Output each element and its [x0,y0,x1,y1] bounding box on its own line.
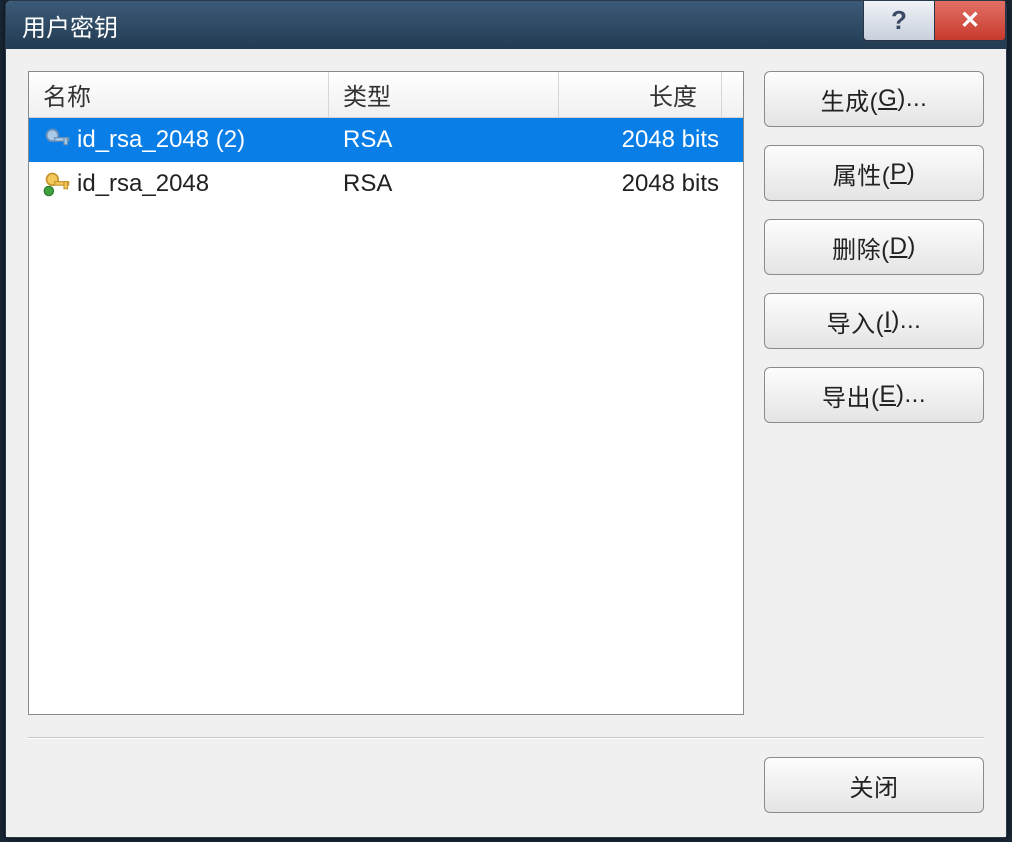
cell-type: RSA [329,118,559,162]
list-header: 名称 类型 长度 [29,72,743,118]
close-button[interactable]: 关闭 [764,757,984,813]
properties-button[interactable]: 属性(P) [764,145,984,201]
list-row[interactable]: id_rsa_2048 RSA 2048 bits [29,162,743,206]
key-list[interactable]: 名称 类型 长度 id_rsa_2048 (2) [28,71,744,715]
cell-name-text: id_rsa_2048 [77,170,209,198]
key-icon [43,170,71,198]
column-header-name[interactable]: 名称 [29,72,329,117]
cell-name: id_rsa_2048 [29,162,329,206]
window-controls: ? ✕ [864,1,1006,41]
cell-name-text: id_rsa_2048 (2) [77,126,245,154]
window-title: 用户密钥 [22,8,118,43]
import-button[interactable]: 导入(I)... [764,293,984,349]
client-area: 名称 类型 长度 id_rsa_2048 (2) [6,49,1006,837]
help-button[interactable]: ? [863,1,935,41]
column-header-length[interactable]: 长度 [559,72,721,117]
header-spacer [721,72,743,117]
column-header-type[interactable]: 类型 [329,72,559,117]
footer: 关闭 [28,757,984,813]
close-window-button[interactable]: ✕ [934,1,1006,41]
cell-length: 2048 bits [559,162,743,206]
cell-length: 2048 bits [559,118,743,162]
close-icon: ✕ [960,6,980,35]
cell-name: id_rsa_2048 (2) [29,118,329,162]
delete-button[interactable]: 删除(D) [764,219,984,275]
cell-type: RSA [329,162,559,206]
main-row: 名称 类型 长度 id_rsa_2048 (2) [28,71,984,715]
button-sidebar: 生成(G)... 属性(P) 删除(D) 导入(I)... 导出(E)... [764,71,984,715]
titlebar: 用户密钥 ? ✕ [6,1,1006,49]
list-row[interactable]: id_rsa_2048 (2) RSA 2048 bits [29,118,743,162]
key-icon [43,126,71,154]
dialog-window: 用户密钥 ? ✕ 名称 类型 长度 [5,0,1007,838]
separator [28,737,984,739]
help-icon: ? [891,5,907,36]
generate-button[interactable]: 生成(G)... [764,71,984,127]
list-body: id_rsa_2048 (2) RSA 2048 bits [29,118,743,714]
export-button[interactable]: 导出(E)... [764,367,984,423]
